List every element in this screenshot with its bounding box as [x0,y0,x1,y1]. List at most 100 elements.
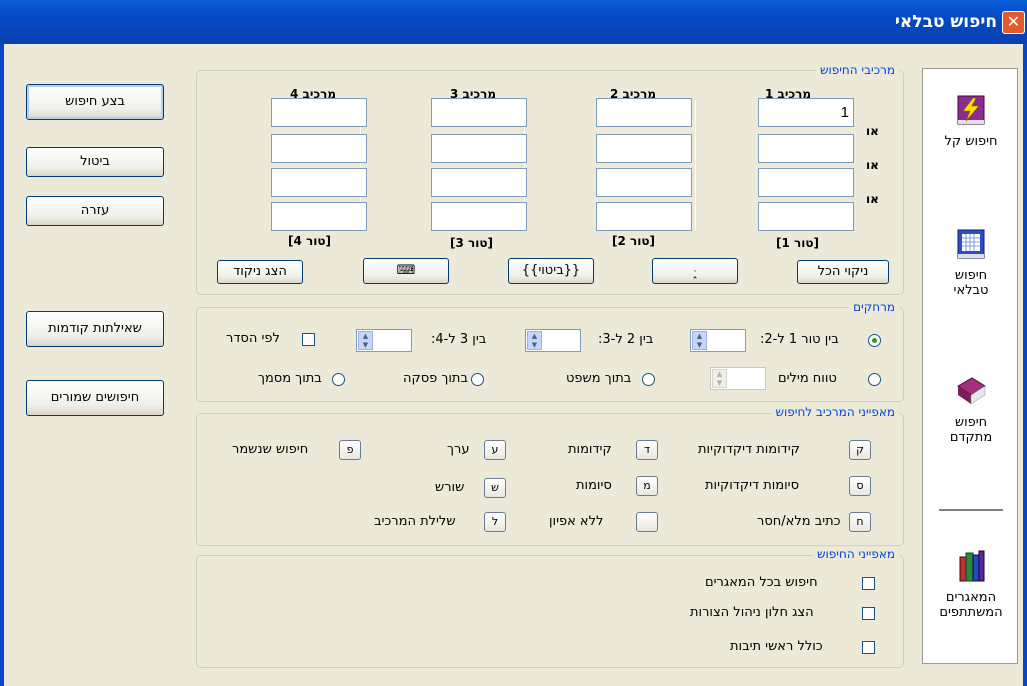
search-all-databases-checkbox[interactable] [862,577,875,590]
sidebar-item-label: המאגרים המשתתפים [939,590,1003,620]
feature-key-saved-search[interactable]: פ [339,440,361,460]
distances-group-title: מרחקים [849,300,899,314]
between-1-2-label: בין טור 1 ל-2: [760,332,839,347]
word-range-label: טווח מילים [778,371,837,386]
feature-key-spelling[interactable]: ח [849,512,871,532]
column-footer-1: [טור 1] [776,236,819,250]
component-3-row-4[interactable] [431,202,527,231]
show-forms-window-label: הצג חלון ניהול הצורות [690,605,814,620]
in-paragraph-radio[interactable] [471,373,484,386]
in-order-label: לפי הסדר [226,331,280,346]
table-book-icon [957,229,985,259]
spin-arrows-icon[interactable]: ▲ ▼ [692,331,707,350]
distance-1-2-stepper[interactable]: ▲ ▼ [690,329,746,352]
spin-arrows-icon[interactable]: ▲ ▼ [712,369,727,388]
search-all-databases-label: חיפוש בכל המאגרים [705,575,818,590]
sidebar-item-label: חיפוש קל [944,134,998,149]
search-features-group-title: מאפייני החיפוש [813,547,899,561]
component-1-row-3[interactable] [758,168,854,197]
in-sentence-radio[interactable] [642,373,655,386]
component-4-row-2[interactable] [271,134,367,163]
saved-searches-button[interactable]: חיפושים שמורים [26,380,164,416]
or-label-2: או [866,158,879,172]
sidebar-separator [939,509,1003,511]
vowel-marks-button[interactable]: ּ֑ [652,258,738,284]
in-paragraph-label: בתוך פסקה [403,371,468,386]
or-label-1: או [866,124,879,138]
keyboard-button[interactable]: ⌨ [363,258,449,284]
feature-label-grammatical-prefixes: קידומות דיקדוקיות [698,442,800,457]
window-title: חיפוש טבלאי [894,12,997,32]
in-document-label: בתוך מסמך [258,371,322,386]
feature-key-root[interactable]: ש [484,478,506,498]
feature-label-grammatical-suffixes: סיומות דיקדוקיות [705,478,800,493]
search-mode-sidebar: חיפוש קל חיפוש טבלאי חיפוש מתקדם המאגרים… [922,68,1018,664]
close-icon[interactable]: ✕ [1002,11,1025,34]
feature-label-saved-search: חיפוש שנשמר [232,442,309,457]
spin-arrows-icon[interactable]: ▲ ▼ [358,331,373,350]
component-2-row-1[interactable] [596,98,692,127]
in-sentence-label: בתוך משפט [566,371,632,386]
component-4-row-1[interactable] [271,98,367,127]
include-acronyms-label: כולל ראשי תיבות [730,639,823,654]
feature-label-root: שורש [435,480,465,495]
feature-key-no-feature[interactable] [636,512,658,532]
column-divider [695,100,696,230]
help-button[interactable]: עזרה [26,196,164,226]
feature-label-suffixes: סיומות [576,478,612,493]
feature-label-value: ערך [447,442,470,457]
sidebar-item-label: חיפוש טבלאי [953,268,989,298]
expression-button[interactable]: {{ביטוי}} [508,258,594,284]
between-columns-radio[interactable] [868,334,881,347]
title-bar: ✕ חיפוש טבלאי [0,0,1027,44]
book-icon [957,377,986,405]
sidebar-item-advanced-search[interactable]: חיפוש מתקדם [923,374,1019,445]
show-forms-window-checkbox[interactable] [862,607,875,620]
show-vowels-button[interactable]: הצג ניקוד [217,260,303,284]
sidebar-item-table-search[interactable]: חיפוש טבלאי [923,227,1019,298]
word-range-radio[interactable] [868,373,881,386]
sidebar-item-databases[interactable]: המאגרים המשתתפים [923,549,1019,620]
between-3-4-label: בין 3 ל-4: [431,332,487,347]
sidebar-item-easy-search[interactable]: חיפוש קל [923,93,1019,149]
component-1-row-2[interactable] [758,134,854,163]
previous-queries-button[interactable]: שאילתות קודמות [26,311,164,347]
component-1-row-4[interactable] [758,202,854,231]
feature-key-suffixes[interactable]: מ [636,476,658,496]
cancel-button[interactable]: ביטול [26,147,164,177]
word-range-stepper[interactable]: ▲ ▼ [710,367,766,390]
column-footer-3: [טור 3] [450,236,493,250]
component-2-row-4[interactable] [596,202,692,231]
feature-key-negation[interactable]: ל [484,512,506,532]
clear-all-button[interactable]: ניקוי הכל [797,260,889,284]
component-2-row-2[interactable] [596,134,692,163]
column-footer-2: [טור 2] [612,234,655,248]
component-3-row-3[interactable] [431,168,527,197]
spin-arrows-icon[interactable]: ▲ ▼ [527,331,542,350]
between-2-3-label: בין 2 ל-3: [598,332,654,347]
feature-key-prefixes[interactable]: ד [636,440,658,460]
distance-2-3-stepper[interactable]: ▲ ▼ [525,329,581,352]
lightning-book-icon [957,95,985,125]
feature-label-spelling: כתיב מלא/חסר [757,514,841,529]
component-4-row-3[interactable] [271,168,367,197]
distance-3-4-stepper[interactable]: ▲ ▼ [356,329,412,352]
feature-key-value[interactable]: ע [484,440,506,460]
in-document-radio[interactable] [332,373,345,386]
component-3-row-2[interactable] [431,134,527,163]
component-3-row-1[interactable] [431,98,527,127]
feature-key-grammatical-prefixes[interactable]: ק [849,440,871,460]
component-4-row-4[interactable] [271,202,367,231]
component-2-row-3[interactable] [596,168,692,197]
in-order-checkbox[interactable] [302,333,315,346]
component-1-row-1[interactable] [758,98,854,127]
include-acronyms-checkbox[interactable] [862,641,875,654]
features-group-title: מאפייני המרכיב לחיפוש [771,405,899,419]
feature-key-grammatical-suffixes[interactable]: ס [849,476,871,496]
sidebar-item-label: חיפוש מתקדם [949,415,993,445]
feature-label-no-feature: ללא אפיון [549,514,604,529]
books-icon [959,550,985,582]
or-label-3: או [866,192,879,206]
components-group-title: מרכיבי החיפוש [815,63,899,77]
search-button[interactable]: בצע חיפוש [26,84,164,120]
